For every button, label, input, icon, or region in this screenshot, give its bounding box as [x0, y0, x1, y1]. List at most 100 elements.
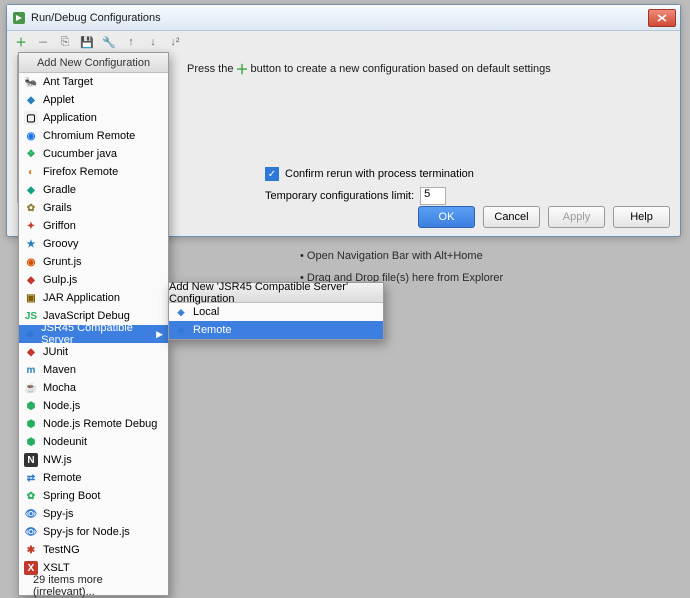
close-button[interactable] — [648, 9, 676, 27]
i-js-icon: JS — [24, 309, 38, 323]
config-type-item[interactable]: 👁Spy-js — [19, 505, 168, 523]
i-junit-icon: ◆ — [24, 345, 38, 359]
jsr45-submenu-label: Remote — [193, 324, 232, 336]
i-jsr-icon: ◈ — [174, 305, 188, 319]
config-type-label: Spy-js for Node.js — [43, 526, 130, 538]
confirm-rerun-label: Confirm rerun with process termination — [285, 168, 474, 180]
config-type-item[interactable]: ▣ JAR Application — [19, 289, 168, 307]
copy-icon[interactable]: ⎘ — [57, 34, 73, 50]
add-config-menu-footer[interactable]: 29 items more (irrelevant)... — [19, 577, 168, 595]
add-configuration-menu: Add New Configuration 🐜 Ant Target ◆ Applet… — [18, 52, 169, 596]
i-jsr-icon: ◈ — [174, 323, 188, 337]
config-type-item[interactable]: ◉Chromium Remote — [19, 127, 168, 145]
jsr45-submenu-label: Local — [193, 306, 219, 318]
temp-limit-label: Temporary configurations limit: — [265, 190, 414, 202]
move-up-icon[interactable]: ↑ — [123, 34, 139, 50]
config-type-item[interactable]: NNW.js — [19, 451, 168, 469]
config-type-label: Grails — [43, 202, 72, 214]
sort-icon[interactable]: ↓² — [167, 34, 183, 50]
i-applet-icon: ◆ — [24, 93, 38, 107]
add-icon[interactable]: ＋ — [13, 34, 29, 50]
config-type-item[interactable]: ✦ Griffon — [19, 217, 168, 235]
config-type-label: JavaScript Debug — [43, 310, 130, 322]
i-spy-icon: 👁 — [24, 507, 38, 521]
config-type-item[interactable]: ◐Firefox Remote — [19, 163, 168, 181]
config-type-item[interactable]: ✿Spring Boot — [19, 487, 168, 505]
config-type-label: Ant Target — [43, 76, 93, 88]
dialog-title: Run/Debug Configurations — [31, 12, 646, 24]
i-groovy-icon: ★ — [24, 237, 38, 251]
config-type-item[interactable]: ✱ TestNG — [19, 541, 168, 559]
config-type-label: Maven — [43, 364, 76, 376]
config-type-label: Node.js — [43, 400, 80, 412]
config-type-label: TestNG — [43, 544, 80, 556]
jsr45-submenu-item[interactable]: ◈ Remote — [169, 321, 383, 339]
temp-limit-input[interactable]: 5 — [420, 187, 446, 205]
save-icon[interactable]: 💾 — [79, 34, 95, 50]
config-type-item[interactable]: ◆ Gulp.js — [19, 271, 168, 289]
config-type-item[interactable]: ◈ JSR45 Compatible Server ▶ — [19, 325, 168, 343]
config-type-label: Node.js Remote Debug — [43, 418, 157, 430]
config-type-label: Grunt.js — [43, 256, 82, 268]
titlebar[interactable]: Run/Debug Configurations — [7, 5, 680, 31]
confirm-rerun-checkbox[interactable]: ✓ — [265, 167, 279, 181]
config-type-item[interactable]: mMaven — [19, 361, 168, 379]
config-type-label: Spring Boot — [43, 490, 100, 502]
i-grails-icon: ✿ — [24, 201, 38, 215]
jsr45-submenu-item[interactable]: ◈ Local — [169, 303, 383, 321]
config-type-label: Applet — [43, 94, 74, 106]
config-type-label: Mocha — [43, 382, 76, 394]
config-type-label: JUnit — [43, 346, 68, 358]
tip-text: Press the ＋ button to create a new confi… — [187, 59, 670, 78]
config-type-item[interactable]: ❖Cucumber java — [19, 145, 168, 163]
config-type-label: Gulp.js — [43, 274, 77, 286]
config-type-item[interactable]: ◆ Applet — [19, 91, 168, 109]
config-type-item[interactable]: 🐜 Ant Target — [19, 73, 168, 91]
i-node-icon: ⬢ — [24, 417, 38, 431]
config-type-label: Application — [43, 112, 97, 124]
config-type-item[interactable]: ◆Gradle — [19, 181, 168, 199]
config-type-label: Griffon — [43, 220, 76, 232]
i-jsr-icon: ◈ — [24, 327, 36, 341]
add-config-menu-header: Add New Configuration — [19, 53, 168, 73]
i-ant-icon: 🐜 — [24, 75, 38, 89]
app-icon — [11, 10, 27, 26]
apply-button: Apply — [548, 206, 605, 228]
i-jar-icon: ▣ — [24, 291, 38, 305]
i-griffon-icon: ✦ — [24, 219, 38, 233]
wrench-icon[interactable]: 🔧 — [101, 34, 117, 50]
config-type-label: XSLT — [43, 562, 70, 574]
i-node-icon: ⬢ — [24, 399, 38, 413]
i-nodeunit-icon: ⬢ — [24, 435, 38, 449]
remove-icon[interactable]: － — [35, 34, 51, 50]
config-type-item[interactable]: ▢Application — [19, 109, 168, 127]
move-down-icon[interactable]: ↓ — [145, 34, 161, 50]
config-type-label: Cucumber java — [43, 148, 117, 160]
i-nw-icon: N — [24, 453, 38, 467]
config-type-item[interactable]: ✿ Grails — [19, 199, 168, 217]
config-type-label: JSR45 Compatible Server — [41, 322, 151, 346]
config-type-label: Gradle — [43, 184, 76, 196]
config-type-item[interactable]: ☕Mocha — [19, 379, 168, 397]
config-type-item[interactable]: ◉ Grunt.js — [19, 253, 168, 271]
submenu-arrow-icon: ▶ — [156, 329, 163, 340]
config-type-label: Nodeunit — [43, 436, 87, 448]
config-type-item[interactable]: ⇄Remote — [19, 469, 168, 487]
config-type-item[interactable]: ⬢ Node.js Remote Debug — [19, 415, 168, 433]
config-type-label: Groovy — [43, 238, 78, 250]
hint-navbar: • Open Navigation Bar with Alt+Home — [300, 250, 503, 262]
config-type-item[interactable]: ★ Groovy — [19, 235, 168, 253]
jsr45-submenu-header: Add New 'JSR45 Compatible Server' Config… — [169, 283, 383, 303]
config-type-label: JAR Application — [43, 292, 120, 304]
i-gulp-icon: ◆ — [24, 273, 38, 287]
config-type-item[interactable]: XXSLT — [19, 559, 168, 577]
config-type-item[interactable]: 👁 Spy-js for Node.js — [19, 523, 168, 541]
i-testng-icon: ✱ — [24, 543, 38, 557]
i-spy-icon: 👁 — [24, 525, 38, 539]
help-button[interactable]: Help — [613, 206, 670, 228]
cancel-button[interactable]: Cancel — [483, 206, 540, 228]
config-type-item[interactable]: ⬢ Node.js — [19, 397, 168, 415]
config-type-item[interactable]: ⬢ Nodeunit — [19, 433, 168, 451]
i-grunt-icon: ◉ — [24, 255, 38, 269]
ok-button[interactable]: OK — [418, 206, 475, 228]
